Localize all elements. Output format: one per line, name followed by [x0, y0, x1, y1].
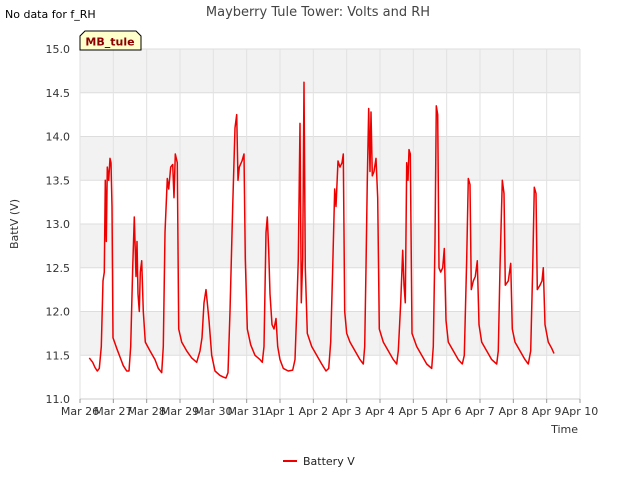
- shaded-band-3: [80, 49, 580, 93]
- x-tick-label: Mar 31: [228, 405, 266, 418]
- y-tick-label: 11.5: [46, 349, 71, 362]
- y-tick-label: 15.0: [46, 43, 71, 56]
- x-tick-label: Apr 4: [365, 405, 395, 418]
- x-tick-label: Apr 3: [332, 405, 362, 418]
- x-axis-ticks: Mar 26Mar 27Mar 28Mar 29Mar 30Mar 31 Apr …: [61, 399, 598, 418]
- badge-label: MB_tule: [85, 36, 134, 49]
- x-tick-label: Apr 9: [532, 405, 562, 418]
- y-tick-label: 14.0: [46, 131, 71, 144]
- chart-title: Mayberry Tule Tower: Volts and RH: [206, 5, 430, 20]
- y-axis-label: BattV (V): [8, 199, 21, 249]
- y-tick-label: 13.0: [46, 218, 71, 231]
- x-tick-label: Apr 1: [265, 405, 295, 418]
- y-tick-label: 12.5: [46, 262, 71, 275]
- legend-label-battery-v: Battery V: [303, 455, 355, 468]
- shaded-band-2: [80, 136, 580, 181]
- x-tick-label: Apr 5: [399, 405, 429, 418]
- x-tick-label: Apr 7: [465, 405, 495, 418]
- station-badge: MB_tule: [79, 30, 142, 51]
- chart: No data for f_RH Mayberry Tule Tower: Vo…: [5, 5, 598, 468]
- y-axis-ticks: 11.011.512.012.513.013.514.014.515.0: [46, 43, 71, 406]
- no-data-note: No data for f_RH: [5, 8, 96, 21]
- y-tick-label: 12.0: [46, 306, 71, 319]
- x-tick-label: Apr 10: [562, 405, 599, 418]
- x-axis-label: Time: [550, 423, 578, 436]
- legend: Battery V: [283, 455, 355, 468]
- y-tick-label: 14.5: [46, 87, 71, 100]
- x-tick-label: Apr 6: [432, 405, 462, 418]
- y-tick-label: 13.5: [46, 174, 71, 187]
- x-tick-label: Apr 8: [499, 405, 529, 418]
- x-tick-label: Apr 2: [299, 405, 329, 418]
